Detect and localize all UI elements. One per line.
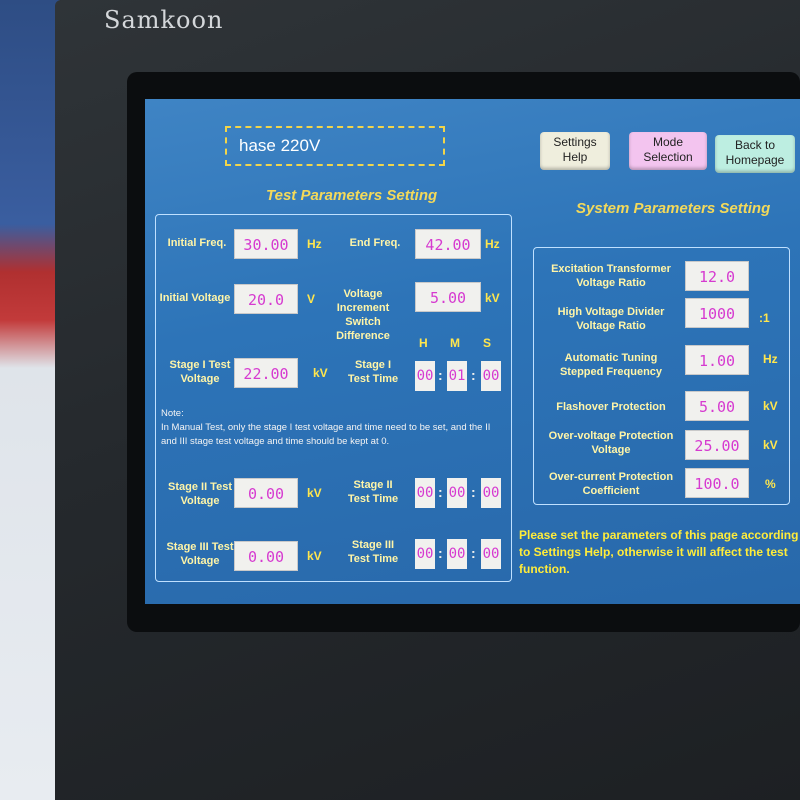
stage3-seconds-input[interactable]: 00: [481, 539, 501, 569]
stage1-time-label: Stage I Test Time: [347, 359, 399, 385]
auto-tuning-unit: Hz: [763, 352, 778, 366]
overcurrent-unit: %: [765, 477, 776, 491]
stage2-minutes-input[interactable]: 00: [447, 478, 467, 508]
stage2-voltage-input[interactable]: 0.00: [234, 478, 298, 508]
overcurrent-label: Over-current Protection Coefficient: [548, 471, 674, 497]
settings-warning: Please set the parameters of this page a…: [519, 528, 799, 576]
overvoltage-input[interactable]: 25.00: [685, 430, 749, 460]
back-to-homepage-button[interactable]: Back to Homepage: [715, 135, 795, 173]
initial-voltage-unit: V: [307, 292, 316, 306]
initial-voltage-label: Initial Voltage: [159, 292, 231, 304]
background-wall: [0, 0, 60, 800]
overvoltage-unit: kV: [763, 438, 778, 452]
overvoltage-label: Over-voltage Protection Voltage: [548, 430, 674, 456]
stage1-minutes-input[interactable]: 01: [447, 361, 467, 391]
stage1-voltage-input[interactable]: 22.00: [234, 358, 298, 388]
brand-logo: Samkoon: [104, 6, 224, 34]
hv-divider-label: High Voltage Divider Voltage Ratio: [557, 306, 665, 332]
stage3-time-label: Stage III Test Time: [347, 539, 399, 565]
stage2-hours-input[interactable]: 00: [415, 478, 435, 508]
end-freq-label: End Freq.: [349, 237, 401, 249]
initial-freq-label: Initial Freq.: [167, 237, 227, 249]
hv-divider-input[interactable]: 1000: [685, 298, 749, 328]
initial-freq-unit: Hz: [307, 237, 322, 251]
flashover-unit: kV: [763, 399, 778, 413]
mode-selection-button[interactable]: Mode Selection: [629, 132, 707, 170]
overcurrent-input[interactable]: 100.0: [685, 468, 749, 498]
hmi-screen: hase 220V Settings Help Mode Selection B…: [145, 99, 800, 604]
test-parameters-title: Test Parameters Setting: [266, 187, 438, 204]
stage3-hours-input[interactable]: 00: [415, 539, 435, 569]
stage2-time-label: Stage II Test Time: [347, 479, 399, 505]
stage1-voltage-label: Stage I Test Voltage: [169, 359, 231, 385]
stage1-voltage-unit: kV: [313, 366, 328, 380]
settings-help-button[interactable]: Settings Help: [540, 132, 610, 170]
stage3-voltage-unit: kV: [307, 549, 322, 563]
minutes-header: M: [450, 336, 460, 350]
hours-header: H: [419, 336, 428, 350]
end-freq-input[interactable]: 42.00: [415, 229, 481, 259]
time-separator: :: [471, 545, 476, 561]
voltage-increment-input[interactable]: 5.00: [415, 282, 481, 312]
stage2-voltage-label: Stage II Test Voltage: [168, 481, 232, 507]
end-freq-unit: Hz: [485, 237, 500, 251]
time-separator: :: [471, 367, 476, 383]
stage2-voltage-unit: kV: [307, 486, 322, 500]
auto-tuning-input[interactable]: 1.00: [685, 345, 749, 375]
status-display: hase 220V: [225, 126, 445, 166]
stage2-seconds-input[interactable]: 00: [481, 478, 501, 508]
time-separator: :: [438, 484, 443, 500]
time-separator: :: [438, 367, 443, 383]
initial-voltage-input[interactable]: 20.0: [234, 284, 298, 314]
test-parameters-panel: [155, 214, 512, 582]
time-separator: :: [438, 545, 443, 561]
note-title: Note:: [161, 408, 184, 419]
excitation-ratio-input[interactable]: 12.0: [685, 261, 749, 291]
flashover-input[interactable]: 5.00: [685, 391, 749, 421]
excitation-ratio-label: Excitation Transformer Voltage Ratio: [551, 263, 671, 289]
stage1-hours-input[interactable]: 00: [415, 361, 435, 391]
stage1-seconds-input[interactable]: 00: [481, 361, 501, 391]
note-text: In Manual Test, only the stage I test vo…: [161, 422, 491, 447]
initial-freq-input[interactable]: 30.00: [234, 229, 298, 259]
auto-tuning-label: Automatic Tuning Stepped Frequency: [559, 352, 663, 378]
seconds-header: S: [483, 336, 492, 350]
stage3-voltage-label: Stage III Test Voltage: [166, 541, 234, 567]
flashover-label: Flashover Protection: [556, 401, 666, 413]
hv-divider-unit: :1: [759, 311, 770, 325]
time-separator: :: [471, 484, 476, 500]
system-parameters-title: System Parameters Setting: [576, 200, 771, 217]
voltage-increment-unit: kV: [485, 291, 500, 305]
stage3-voltage-input[interactable]: 0.00: [234, 541, 298, 571]
voltage-increment-label: Voltage Increment Switch Difference: [336, 288, 390, 342]
stage3-minutes-input[interactable]: 00: [447, 539, 467, 569]
